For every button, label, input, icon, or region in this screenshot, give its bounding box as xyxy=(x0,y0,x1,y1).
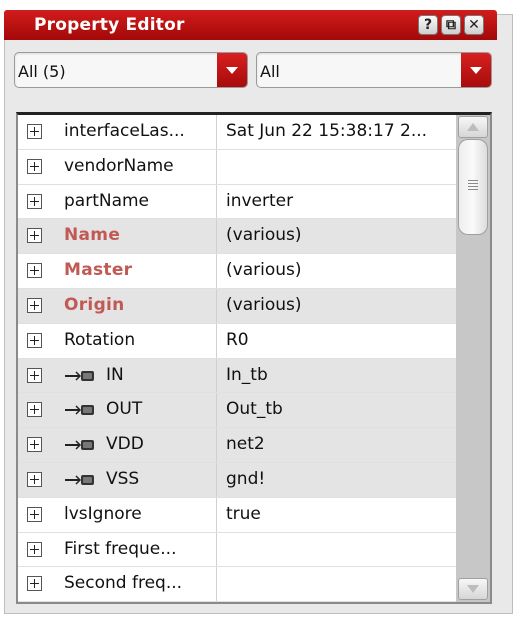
title-bar[interactable]: Property Editor ? ⧉ ✕ xyxy=(4,10,497,40)
expand-plus-icon[interactable] xyxy=(27,332,42,348)
property-value[interactable]: In_tb xyxy=(226,365,454,385)
property-row[interactable]: IN In_tb xyxy=(18,358,456,394)
column-divider xyxy=(216,184,217,219)
property-name: Origin xyxy=(64,294,125,315)
property-name: lvsIgnore xyxy=(64,503,142,524)
property-value[interactable]: (various) xyxy=(226,295,454,315)
grip-icon xyxy=(468,180,478,190)
property-value[interactable]: net2 xyxy=(226,434,454,454)
terminal-pin-icon xyxy=(65,440,94,451)
property-row[interactable]: Second freq... xyxy=(18,567,456,602)
column-divider xyxy=(216,428,217,462)
column-divider xyxy=(216,532,217,567)
column-divider xyxy=(216,323,217,358)
column-divider xyxy=(216,393,217,428)
column-divider xyxy=(216,358,217,393)
expand-plus-icon[interactable] xyxy=(27,437,42,453)
property-value[interactable]: (various) xyxy=(226,225,454,245)
column-divider xyxy=(216,567,217,602)
scope-filter-value: All xyxy=(260,62,280,81)
property-row[interactable]: vendorName xyxy=(18,149,456,185)
expand-plus-icon[interactable] xyxy=(27,193,42,209)
property-name: Name xyxy=(64,225,121,246)
property-name: interfaceLas... xyxy=(64,121,185,141)
property-name: vendorName xyxy=(64,155,174,176)
property-value[interactable]: R0 xyxy=(226,330,454,350)
chevron-down-icon[interactable] xyxy=(217,53,247,87)
property-row[interactable]: OUT Out_tb xyxy=(18,393,456,429)
property-name: Master xyxy=(64,260,133,281)
category-filter-value: All (5) xyxy=(18,62,66,81)
property-rows: interfaceLas... Sat Jun 22 15:38:17 2... v… xyxy=(18,115,456,602)
property-value[interactable]: (various) xyxy=(226,260,454,280)
close-button[interactable]: ✕ xyxy=(464,15,484,35)
terminal-pin-icon xyxy=(65,370,94,381)
window-title: Property Editor xyxy=(34,15,185,35)
close-icon: ✕ xyxy=(468,17,480,33)
expand-plus-icon[interactable] xyxy=(27,228,42,244)
expand-plus-icon[interactable] xyxy=(27,506,42,522)
property-name: partName xyxy=(64,190,150,211)
property-name: Rotation xyxy=(64,329,136,350)
property-name: First freque... xyxy=(64,538,177,559)
property-value[interactable]: true xyxy=(226,504,454,524)
expand-plus-icon[interactable] xyxy=(27,297,42,313)
property-value[interactable]: inverter xyxy=(226,191,454,211)
column-divider xyxy=(216,149,217,184)
terminal-pin-icon xyxy=(65,474,94,485)
property-row[interactable]: Rotation R0 xyxy=(18,323,456,359)
property-name: Second freq... xyxy=(64,573,183,594)
column-divider xyxy=(216,462,217,497)
property-value[interactable]: Out_tb xyxy=(226,399,454,419)
column-divider xyxy=(216,219,217,254)
property-table: interfaceLas... Sat Jun 22 15:38:17 2... v… xyxy=(16,112,492,604)
expand-plus-icon[interactable] xyxy=(27,541,42,557)
scrollbar-thumb[interactable] xyxy=(458,139,488,235)
property-row[interactable]: Origin (various) xyxy=(18,288,456,324)
property-row[interactable]: interfaceLas... Sat Jun 22 15:38:17 2... xyxy=(18,115,456,150)
property-row[interactable]: Master (various) xyxy=(18,254,456,289)
column-divider xyxy=(216,115,217,149)
property-row[interactable]: First freque... xyxy=(18,532,456,568)
scope-filter-combo[interactable]: All xyxy=(256,52,492,88)
expand-plus-icon[interactable] xyxy=(27,367,42,383)
property-row[interactable]: VSS gnd! xyxy=(18,462,456,498)
chevron-down-icon[interactable] xyxy=(461,53,491,87)
help-icon: ? xyxy=(423,17,433,33)
expand-plus-icon[interactable] xyxy=(27,471,42,487)
expand-plus-icon[interactable] xyxy=(27,576,42,592)
expand-plus-icon[interactable] xyxy=(27,124,42,139)
property-row[interactable]: partName inverter xyxy=(18,184,456,220)
expand-plus-icon[interactable] xyxy=(27,263,42,279)
property-row[interactable]: Name (various) xyxy=(18,219,456,255)
column-divider xyxy=(216,497,217,532)
float-button[interactable]: ⧉ xyxy=(441,15,461,35)
terminal-pin-icon xyxy=(65,405,94,416)
scroll-up-arrow-icon[interactable] xyxy=(458,116,488,138)
scroll-down-arrow-icon[interactable] xyxy=(458,578,488,600)
property-value[interactable]: gnd! xyxy=(226,469,454,489)
property-value[interactable]: Sat Jun 22 15:38:17 2... xyxy=(226,121,454,141)
column-divider xyxy=(216,288,217,323)
float-window-icon: ⧉ xyxy=(446,17,456,33)
column-divider xyxy=(216,254,217,288)
property-row[interactable]: lvsIgnore true xyxy=(18,497,456,533)
property-row[interactable]: VDD net2 xyxy=(18,428,456,463)
expand-plus-icon[interactable] xyxy=(27,158,42,174)
expand-plus-icon[interactable] xyxy=(27,402,42,418)
vertical-scrollbar[interactable] xyxy=(456,115,490,602)
help-button[interactable]: ? xyxy=(418,15,438,35)
category-filter-combo[interactable]: All (5) xyxy=(14,52,248,88)
